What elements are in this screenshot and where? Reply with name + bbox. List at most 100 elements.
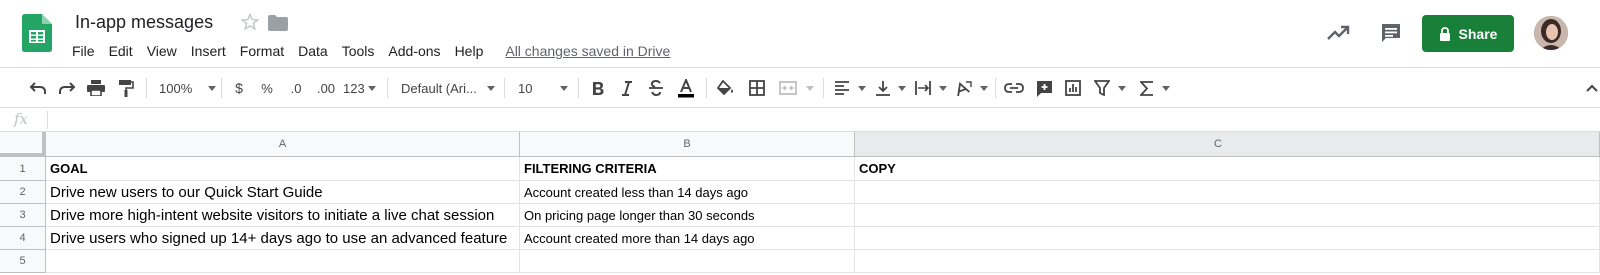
- insert-link-button[interactable]: [1003, 68, 1025, 108]
- comment-icon[interactable]: [1380, 22, 1402, 44]
- row-header[interactable]: 3: [0, 204, 46, 227]
- format-currency-button[interactable]: $: [230, 68, 248, 108]
- vertical-align-button[interactable]: [873, 68, 909, 108]
- cell-c1[interactable]: COPY: [855, 157, 1600, 181]
- chevron-down-icon: [858, 85, 866, 91]
- column-header-c[interactable]: C: [855, 132, 1600, 157]
- select-all-corner[interactable]: [0, 132, 46, 157]
- text-wrap-icon: [915, 81, 931, 95]
- cell-c4[interactable]: [855, 227, 1600, 250]
- cell-a1[interactable]: GOAL: [46, 157, 520, 181]
- undo-button[interactable]: [26, 68, 50, 108]
- toolbar-divider: [706, 78, 707, 98]
- paint-bucket-icon: [717, 80, 733, 96]
- formula-input[interactable]: [52, 108, 1592, 132]
- menu-help[interactable]: Help: [448, 41, 491, 61]
- borders-button[interactable]: [746, 68, 768, 108]
- increase-decimal-button[interactable]: .00: [313, 68, 339, 108]
- horizontal-align-button[interactable]: [832, 68, 868, 108]
- cell-b3[interactable]: On pricing page longer than 30 seconds: [520, 204, 855, 227]
- cell-b1[interactable]: FILTERING CRITERIA: [520, 157, 855, 181]
- insert-chart-button[interactable]: [1062, 68, 1084, 108]
- user-avatar[interactable]: [1534, 16, 1568, 50]
- filter-button[interactable]: [1092, 68, 1128, 108]
- chevron-down-icon: [1162, 85, 1170, 91]
- menu-bar: File Edit View Insert Format Data Tools …: [65, 40, 670, 62]
- redo-icon: [59, 82, 76, 94]
- menu-insert[interactable]: Insert: [184, 41, 233, 61]
- save-status-link[interactable]: All changes saved in Drive: [505, 41, 670, 61]
- redo-button[interactable]: [55, 68, 79, 108]
- chevron-down-icon: [939, 85, 947, 91]
- increase-decimal-label: .00: [316, 80, 336, 96]
- document-title[interactable]: In-app messages: [75, 12, 213, 33]
- sheets-logo-icon[interactable]: [22, 14, 52, 52]
- undo-icon: [29, 82, 46, 94]
- font-family-select[interactable]: Default (Ari...: [401, 68, 495, 108]
- column-header-a[interactable]: A: [46, 132, 520, 157]
- strikethrough-button[interactable]: [646, 68, 666, 108]
- menu-view[interactable]: View: [140, 41, 184, 61]
- cell-b4[interactable]: Account created more than 14 days ago: [520, 227, 855, 250]
- share-label: Share: [1458, 25, 1498, 42]
- menu-data[interactable]: Data: [291, 41, 335, 61]
- chevron-down-icon: [1118, 85, 1126, 91]
- cell-a3[interactable]: Drive more high-intent website visitors …: [46, 204, 520, 227]
- font-size-select[interactable]: 10: [518, 68, 569, 108]
- cell-c5[interactable]: [855, 250, 1600, 273]
- merge-type-dropdown[interactable]: [803, 68, 817, 108]
- functions-button[interactable]: [1138, 68, 1172, 108]
- more-formats-select[interactable]: 123: [343, 68, 376, 108]
- zoom-select[interactable]: 100%: [159, 68, 217, 108]
- menu-format[interactable]: Format: [233, 41, 291, 61]
- text-color-button[interactable]: [675, 68, 697, 108]
- cell-a4[interactable]: Drive users who signed up 14+ days ago t…: [46, 227, 520, 250]
- decrease-decimal-label: .0: [290, 80, 302, 96]
- merge-cells-button[interactable]: [777, 68, 799, 108]
- cell-a5[interactable]: [46, 250, 520, 273]
- move-folder-icon[interactable]: [268, 14, 288, 32]
- chevron-down-icon: [806, 85, 814, 91]
- cell-a2[interactable]: Drive new users to our Quick Start Guide: [46, 181, 520, 204]
- text-wrapping-button[interactable]: [913, 68, 949, 108]
- activity-trend-icon[interactable]: [1326, 24, 1350, 42]
- share-button[interactable]: Share: [1422, 15, 1514, 52]
- star-icon[interactable]: [240, 12, 260, 32]
- paint-format-button[interactable]: [114, 68, 138, 108]
- cell-b2[interactable]: Account created less than 14 days ago: [520, 181, 855, 204]
- chevron-down-icon: [980, 85, 988, 91]
- toolbar-divider: [823, 78, 824, 98]
- avatar-photo: [1534, 16, 1568, 50]
- fill-color-button[interactable]: [715, 68, 737, 108]
- row-header[interactable]: 5: [0, 250, 46, 273]
- menu-file[interactable]: File: [65, 41, 102, 61]
- italic-button[interactable]: [617, 68, 637, 108]
- bold-button[interactable]: [588, 68, 608, 108]
- filter-icon: [1094, 80, 1110, 96]
- text-color-icon: [678, 78, 694, 97]
- format-percent-button[interactable]: %: [258, 68, 276, 108]
- borders-icon: [749, 80, 765, 96]
- toolbar-divider: [504, 78, 505, 98]
- font-family-value: Default (Ari...: [401, 80, 477, 96]
- row-header[interactable]: 2: [0, 181, 46, 204]
- menu-addons[interactable]: Add-ons: [381, 41, 447, 61]
- insert-comment-button[interactable]: [1033, 68, 1055, 108]
- text-rotation-button[interactable]: [953, 68, 989, 108]
- decrease-decimal-button[interactable]: .0: [285, 68, 307, 108]
- cell-c3[interactable]: [855, 204, 1600, 227]
- cell-c2[interactable]: [855, 181, 1600, 204]
- collapse-menus-button[interactable]: [1584, 68, 1600, 108]
- column-header-b[interactable]: B: [520, 132, 855, 157]
- chevron-down-icon: [367, 85, 376, 91]
- italic-icon: [622, 80, 632, 96]
- app-header: In-app messages File Edit View Insert Fo…: [0, 0, 1600, 68]
- cell-b5[interactable]: [520, 250, 855, 273]
- align-bottom-icon: [876, 81, 890, 96]
- row-header[interactable]: 1: [0, 157, 46, 181]
- menu-tools[interactable]: Tools: [335, 41, 382, 61]
- row-header[interactable]: 4: [0, 227, 46, 250]
- print-button[interactable]: [84, 68, 108, 108]
- menu-edit[interactable]: Edit: [102, 41, 140, 61]
- chart-icon: [1065, 80, 1081, 96]
